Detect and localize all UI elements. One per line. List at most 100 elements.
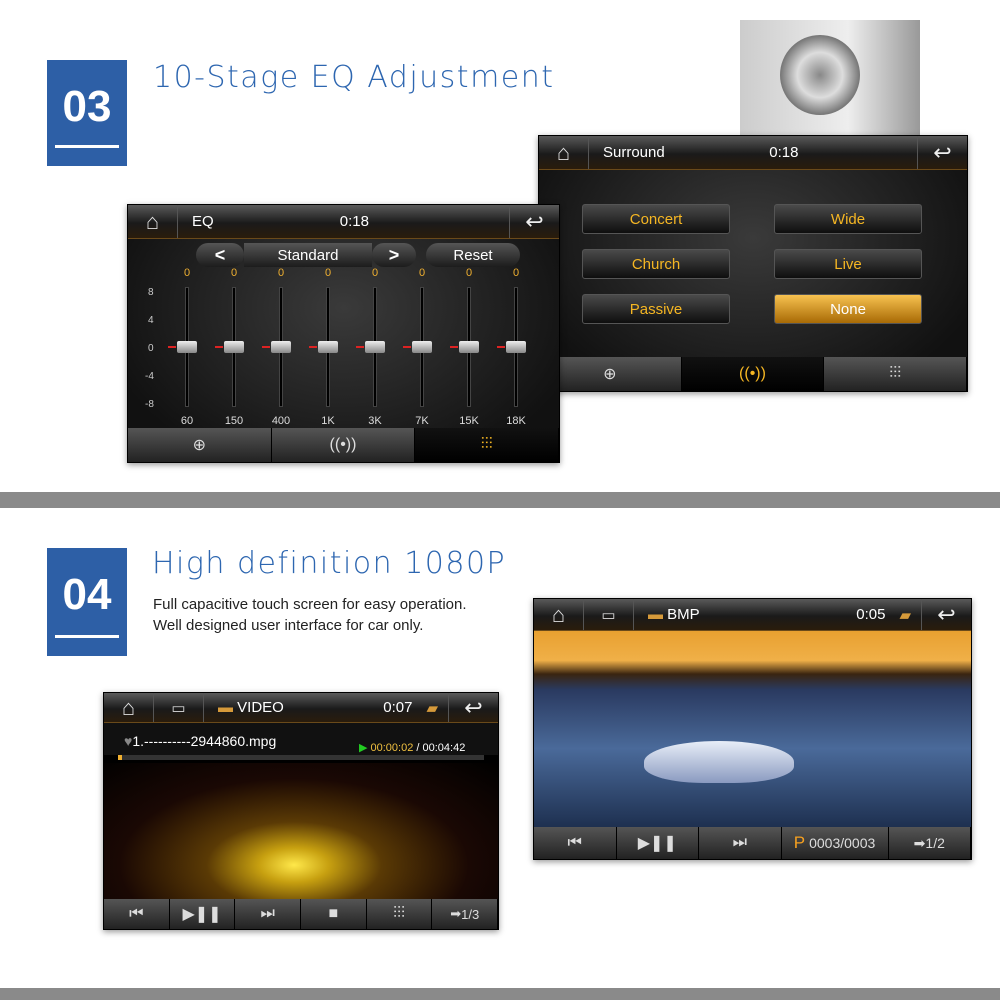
- zero-marker: [215, 346, 223, 348]
- band-label: 60: [180, 415, 194, 427]
- home-button[interactable]: ⌂: [539, 136, 589, 169]
- section-divider: [0, 492, 1000, 508]
- home-icon: ⌂: [551, 601, 566, 627]
- surround-tab[interactable]: ((•)): [271, 428, 416, 462]
- previous-button[interactable]: ⏮: [104, 899, 170, 929]
- back-button[interactable]: ↩: [916, 136, 967, 169]
- balance-tab[interactable]: ⊕: [539, 357, 682, 391]
- page-indicator: 1/2: [925, 835, 945, 851]
- sd-card-icon: ▰: [426, 699, 438, 717]
- zero-marker: [356, 346, 364, 348]
- play-pause-button[interactable]: ▶❚❚: [169, 899, 236, 929]
- eq-slider-knob[interactable]: [459, 341, 479, 353]
- balance-tab[interactable]: ⊕: [128, 428, 272, 462]
- home-button[interactable]: ⌂: [128, 205, 178, 238]
- eq-band-400: 0 400: [262, 205, 296, 462]
- surround-icon: ((•)): [739, 365, 766, 382]
- band-value: 0: [230, 267, 238, 279]
- balance-icon: ⊕: [603, 366, 617, 383]
- next-icon: ⏭: [732, 834, 747, 851]
- back-arrow-icon: ↩: [464, 694, 483, 720]
- surround-tab[interactable]: ((•)): [681, 357, 825, 391]
- chevron-right-icon: >: [388, 244, 400, 265]
- eq-slider-knob[interactable]: [365, 341, 385, 353]
- back-button[interactable]: ↩: [448, 693, 498, 722]
- eq-band-7K: 0 7K: [403, 205, 437, 462]
- surround-concert-button[interactable]: Concert: [582, 204, 730, 234]
- home-button[interactable]: ⌂: [104, 693, 154, 722]
- eq-band-15K: 0 15K: [450, 205, 484, 462]
- zero-marker: [262, 346, 270, 348]
- monitor-icon: ▭: [171, 699, 186, 717]
- zero-marker: [309, 346, 317, 348]
- band-label: 150: [224, 415, 244, 427]
- page-button[interactable]: ➡ 1/2: [888, 827, 971, 859]
- counter-value: 0003/0003: [809, 835, 876, 851]
- band-value: 0: [512, 267, 520, 279]
- surround-none-button[interactable]: None: [774, 294, 922, 324]
- screen-off-button[interactable]: ▭: [584, 599, 634, 630]
- photo-image[interactable]: [534, 631, 971, 827]
- eq-slider-knob[interactable]: [177, 341, 197, 353]
- eq-tab[interactable]: ⫶⫶⫶: [415, 428, 559, 462]
- eq-band-60: 0 60: [168, 205, 202, 462]
- surround-icon: ((•)): [329, 436, 357, 453]
- surround-passive-button[interactable]: Passive: [582, 294, 730, 324]
- elapsed-time: 00:00:02: [370, 742, 414, 754]
- surround-screen: ⌂ Surround 0:18 ↩ Concert Wide Church Li…: [538, 135, 968, 392]
- monitor-icon: ▭: [601, 606, 616, 624]
- previous-icon: ⏮: [567, 834, 582, 851]
- next-button[interactable]: ⏭: [699, 827, 782, 859]
- eq-slider-knob[interactable]: [506, 341, 526, 353]
- section-number-badge: 03: [47, 60, 127, 166]
- back-arrow-icon: ↩: [933, 139, 952, 165]
- clock: 0:05: [856, 606, 886, 623]
- photo-screen: ⌂ ▭ ▬ BMP 0:05 ▰ ↩ ⏮ ▶❚❚ ⏭ P 0003/0003 ➡ …: [533, 598, 972, 860]
- home-icon: ⌂: [145, 208, 160, 234]
- eq-slider-knob[interactable]: [412, 341, 432, 353]
- folder-icon: ▬: [218, 699, 238, 716]
- stop-button[interactable]: ■: [301, 899, 367, 929]
- zero-marker: [450, 346, 458, 348]
- back-arrow-icon: ↩: [937, 601, 956, 627]
- progress-bar[interactable]: [118, 755, 484, 760]
- scale-label: 0: [148, 343, 154, 354]
- next-icon: ⏭: [260, 905, 275, 922]
- surround-wide-button[interactable]: Wide: [774, 204, 922, 234]
- band-label: 1K: [321, 415, 335, 427]
- eq-band-150: 0 150: [215, 205, 249, 462]
- surround-live-button[interactable]: Live: [774, 249, 922, 279]
- scale-label: -4: [145, 371, 154, 382]
- home-icon: ⌂: [556, 139, 571, 165]
- band-value: 0: [277, 267, 285, 279]
- previous-button[interactable]: ⏮: [534, 827, 617, 859]
- surround-church-button[interactable]: Church: [582, 249, 730, 279]
- band-value: 0: [324, 267, 332, 279]
- band-label: 15K: [459, 415, 479, 427]
- page-indicator: 1/3: [461, 906, 480, 922]
- back-button[interactable]: ↩: [921, 599, 971, 630]
- clock: 0:07: [383, 699, 413, 716]
- screen-off-button[interactable]: ▭: [154, 693, 204, 722]
- band-label: 18K: [506, 415, 526, 427]
- page-button[interactable]: ➡ 1/3: [432, 899, 498, 929]
- eq-slider-knob[interactable]: [224, 341, 244, 353]
- scale-label: -8: [145, 399, 154, 410]
- total-time: / 00:04:42: [416, 742, 466, 754]
- eq-tab[interactable]: ⫶⫶⫶: [824, 357, 967, 391]
- video-frame[interactable]: [104, 763, 498, 899]
- screen-title: VIDEO: [237, 699, 284, 716]
- balance-icon: ⊕: [192, 437, 207, 454]
- play-pause-button[interactable]: ▶❚❚: [616, 827, 700, 859]
- section-number: 04: [62, 570, 112, 619]
- preset-name: Standard: [244, 243, 372, 267]
- next-button[interactable]: ⏭: [235, 899, 302, 929]
- eq-slider-knob[interactable]: [318, 341, 338, 353]
- home-button[interactable]: ⌂: [534, 599, 584, 630]
- sd-card-icon: ▰: [899, 606, 911, 624]
- eq-button[interactable]: ⫶⫶⫶: [366, 899, 433, 929]
- arrow-right-icon: ➡: [450, 906, 462, 921]
- eq-slider-knob[interactable]: [271, 341, 291, 353]
- description-line: Full capacitive touch screen for easy op…: [153, 596, 467, 613]
- band-label: 7K: [415, 415, 429, 427]
